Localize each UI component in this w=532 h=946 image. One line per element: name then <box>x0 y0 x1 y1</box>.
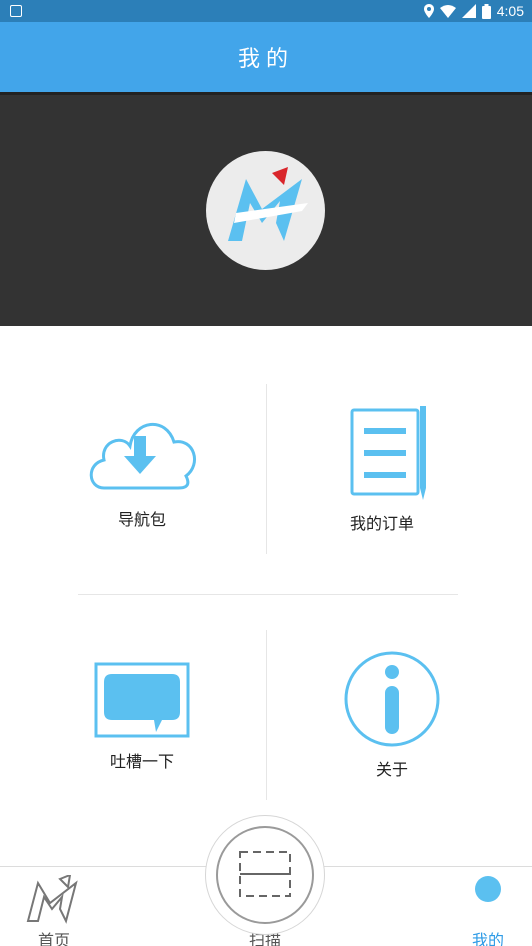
menu-item-feedback[interactable]: 吐槽一下 <box>42 660 242 772</box>
nav-label-profile: 我的 <box>471 931 504 946</box>
divider <box>266 384 267 554</box>
menu-item-label: 关于 <box>375 760 408 779</box>
chat-bubble-icon <box>94 662 190 738</box>
menu-item-label: 我的订单 <box>349 514 414 533</box>
avatar[interactable] <box>206 151 325 270</box>
profile-icon <box>475 876 501 902</box>
divider <box>266 630 267 800</box>
scan-button[interactable] <box>205 815 325 935</box>
menu-grid: 导航包 我的订单 吐槽一下 关于 <box>0 326 532 866</box>
nav-profile[interactable]: 我的 <box>438 867 532 946</box>
profile-header <box>0 92 532 326</box>
app-logo-icon <box>228 167 308 241</box>
battery-icon <box>481 3 491 19</box>
info-icon <box>344 651 440 747</box>
menu-item-label: 导航包 <box>117 510 166 529</box>
wifi-icon <box>439 4 456 18</box>
menu-item-my-orders[interactable]: 我的订单 <box>282 406 482 534</box>
nav-label-home: 首页 <box>37 931 70 946</box>
divider <box>78 594 458 595</box>
home-logo-icon <box>26 875 78 924</box>
page-title: 我的 <box>237 47 294 72</box>
signal-icon <box>461 4 476 18</box>
scan-button-ring <box>216 826 314 924</box>
status-time: 4:05 <box>496 3 524 19</box>
cloud-download-icon <box>89 423 196 490</box>
status-bar: 4:05 <box>0 0 532 22</box>
notification-icon <box>10 5 22 17</box>
order-list-icon <box>350 406 426 500</box>
menu-item-nav-package[interactable]: 导航包 <box>42 408 242 530</box>
nav-home[interactable]: 首页 <box>4 867 104 946</box>
title-bar: 我的 <box>0 22 532 92</box>
scan-icon <box>239 851 291 897</box>
status-icons: 4:05 <box>423 3 524 19</box>
location-icon <box>423 4 434 18</box>
menu-item-about[interactable]: 关于 <box>292 650 492 780</box>
menu-item-label: 吐槽一下 <box>109 752 174 771</box>
